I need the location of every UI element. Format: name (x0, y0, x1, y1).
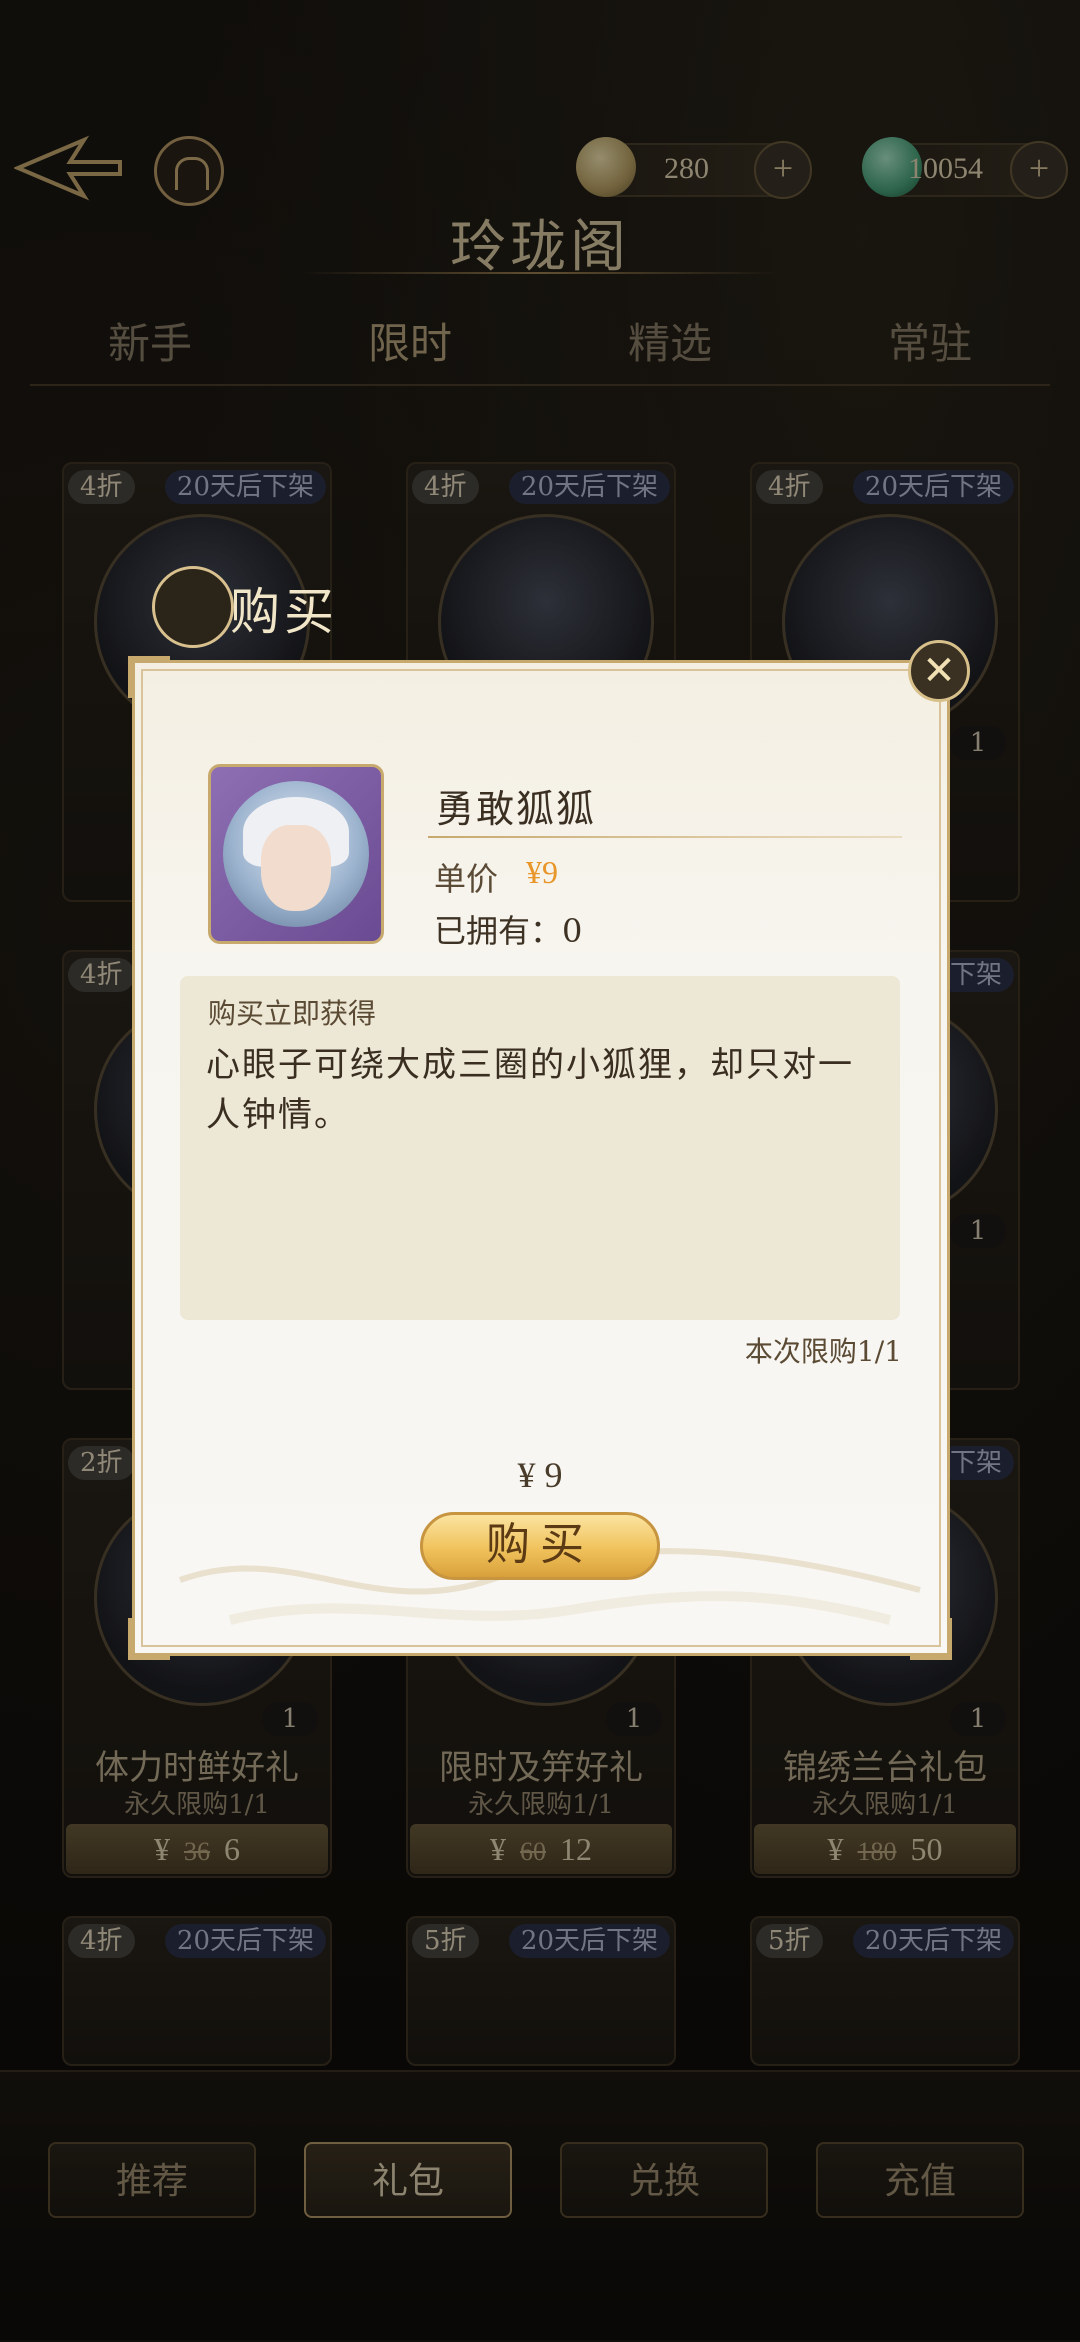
close-icon[interactable]: ✕ (908, 640, 970, 702)
corner-ornament (128, 656, 170, 698)
buy-button[interactable]: 购买 (420, 1512, 660, 1580)
unit-price-value: ¥9 (526, 854, 558, 890)
description-text: 心眼子可绕大成三圈的小狐狸，却只对一人钟情。 (206, 1045, 854, 1135)
avatar-portrait (223, 781, 369, 927)
dialog-title: 购买 (230, 583, 338, 641)
name-divider (428, 836, 902, 838)
description-title: 购买立即获得 (208, 997, 377, 1030)
item-avatar (208, 764, 384, 944)
owned-count: 已拥有：0 (434, 912, 583, 950)
purchase-limit: 本次限购1/1 (744, 1335, 902, 1368)
dialog-header: 购买 (152, 566, 372, 648)
corner-ornament (910, 1618, 952, 1660)
cloud-emblem-icon (152, 566, 234, 648)
unit-price-label: 单价 (434, 860, 499, 898)
corner-ornament (128, 1618, 170, 1660)
item-name: 勇敢狐狐 (436, 787, 597, 831)
total-price: ¥ 9 (517, 1455, 563, 1495)
avatar-face (261, 825, 331, 911)
